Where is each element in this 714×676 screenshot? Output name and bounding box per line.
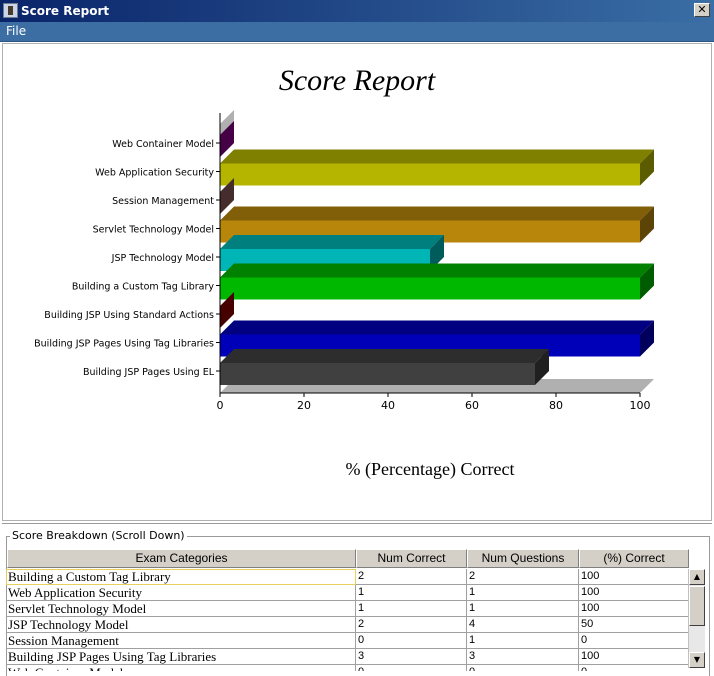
column-header-exam-categories[interactable]: Exam Categories xyxy=(7,549,356,568)
cell-category[interactable]: JSP Technology Model xyxy=(6,617,356,633)
cell-num-questions[interactable]: 4 xyxy=(467,617,579,633)
table-row[interactable]: Web Application Security 1 1 100 xyxy=(6,585,690,601)
cell-category[interactable]: Building JSP Pages Using Tag Libraries xyxy=(6,649,356,665)
x-tick-label: 80 xyxy=(549,399,563,412)
cell-num-questions[interactable]: 2 xyxy=(467,569,579,585)
cell-num-questions[interactable]: 1 xyxy=(467,633,579,649)
table-row[interactable]: Building JSP Pages Using Tag Libraries 3 3… xyxy=(6,649,690,665)
cell-percent-correct[interactable]: 100 xyxy=(579,649,690,665)
window-title: Score Report xyxy=(21,4,110,18)
bar-building-jsp-pages-using-el xyxy=(220,349,549,385)
y-tick-label: JSP Technology Model xyxy=(111,253,214,264)
cell-num-correct[interactable]: 2 xyxy=(356,617,467,633)
breakdown-group-label: Score Breakdown (Scroll Down) xyxy=(10,529,187,542)
cell-category[interactable]: Web Container Model xyxy=(6,665,356,671)
table-row[interactable]: JSP Technology Model 2 4 50 xyxy=(6,617,690,633)
bar-top-face xyxy=(220,206,654,221)
bar-top-face xyxy=(220,263,654,278)
scroll-thumb[interactable] xyxy=(689,586,705,626)
bar-front-face xyxy=(220,277,640,300)
scroll-up-icon[interactable]: ▲ xyxy=(689,569,705,585)
cell-percent-correct[interactable]: 100 xyxy=(579,601,690,617)
bar-top-face xyxy=(220,149,654,164)
score-chart: Score Report Web Container Model Web Appl… xyxy=(34,64,654,480)
bar-top-face xyxy=(220,235,444,249)
y-tick-label: Building JSP Pages Using Tag Libraries xyxy=(34,339,214,350)
bar-front-face xyxy=(220,363,535,385)
bar-top-face xyxy=(220,320,654,335)
cell-percent-correct[interactable]: 0 xyxy=(579,633,690,649)
bar-building-a-custom-tag-library xyxy=(220,263,654,300)
cell-num-questions[interactable]: 3 xyxy=(467,649,579,665)
x-tick-label: 60 xyxy=(465,399,479,412)
cell-num-questions[interactable]: 0 xyxy=(467,665,579,671)
menu-file[interactable]: File xyxy=(6,24,26,38)
x-tick-label: 100 xyxy=(630,399,651,412)
cell-percent-correct[interactable]: 100 xyxy=(579,585,690,601)
cell-percent-correct[interactable]: 100 xyxy=(579,569,690,585)
menu-bar: File xyxy=(0,22,714,42)
cell-num-correct[interactable]: 3 xyxy=(356,649,467,665)
x-tick-label: 0 xyxy=(217,399,224,412)
y-tick-label: Web Application Security xyxy=(95,168,214,179)
chart-title: Score Report xyxy=(279,64,436,97)
column-header-num-questions[interactable]: Num Questions xyxy=(467,549,579,568)
cell-num-correct[interactable]: 1 xyxy=(356,601,467,617)
y-tick-label: Session Management xyxy=(112,196,214,207)
cell-category[interactable]: Building a Custom Tag Library xyxy=(6,569,356,585)
y-tick-label: Building a Custom Tag Library xyxy=(72,282,215,293)
cell-num-correct[interactable]: 0 xyxy=(356,665,467,671)
y-tick-label: Web Container Model xyxy=(112,139,214,150)
x-axis-label: % (Percentage) Correct xyxy=(346,459,515,480)
cell-percent-correct[interactable]: 50 xyxy=(579,617,690,633)
bar-top-face xyxy=(220,349,549,363)
table-row[interactable]: Web Container Model000 xyxy=(6,665,688,671)
y-tick-label: Building JSP Using Standard Actions xyxy=(44,310,214,321)
y-tick-label: Building JSP Pages Using EL xyxy=(83,367,215,378)
cell-category[interactable]: Servlet Technology Model xyxy=(6,601,356,617)
column-header-num-correct[interactable]: Num Correct xyxy=(356,549,467,568)
bar-front-face xyxy=(220,163,640,186)
cell-category[interactable]: Session Management xyxy=(6,633,356,649)
x-tick-label: 20 xyxy=(297,399,311,412)
table-row[interactable]: Session Management 0 1 0 xyxy=(6,633,690,649)
cell-num-correct[interactable]: 2 xyxy=(356,569,467,585)
vertical-scrollbar[interactable]: ▲ ▼ xyxy=(688,569,705,668)
cell-num-correct[interactable]: 1 xyxy=(356,585,467,601)
column-header-percent-correct[interactable]: (%) Correct xyxy=(579,549,689,568)
cell-num-questions[interactable]: 1 xyxy=(467,601,579,617)
y-tick-label: Servlet Technology Model xyxy=(93,225,214,236)
table-row[interactable]: Servlet Technology Model 1 1 100 xyxy=(6,601,690,617)
table-row[interactable]: Building a Custom Tag Library 2 2 100 xyxy=(6,569,690,585)
scroll-down-icon[interactable]: ▼ xyxy=(689,652,705,668)
cell-percent-correct[interactable]: 0 xyxy=(579,665,688,671)
close-button[interactable]: ✕ xyxy=(694,3,710,17)
title-bar: Score Report ✕ xyxy=(0,0,714,22)
cell-num-questions[interactable]: 1 xyxy=(467,585,579,601)
x-tick-label: 40 xyxy=(381,399,395,412)
cell-category[interactable]: Web Application Security xyxy=(6,585,356,601)
cell-num-correct[interactable]: 0 xyxy=(356,633,467,649)
bar-web-application-security xyxy=(220,149,654,186)
app-icon xyxy=(3,3,18,18)
